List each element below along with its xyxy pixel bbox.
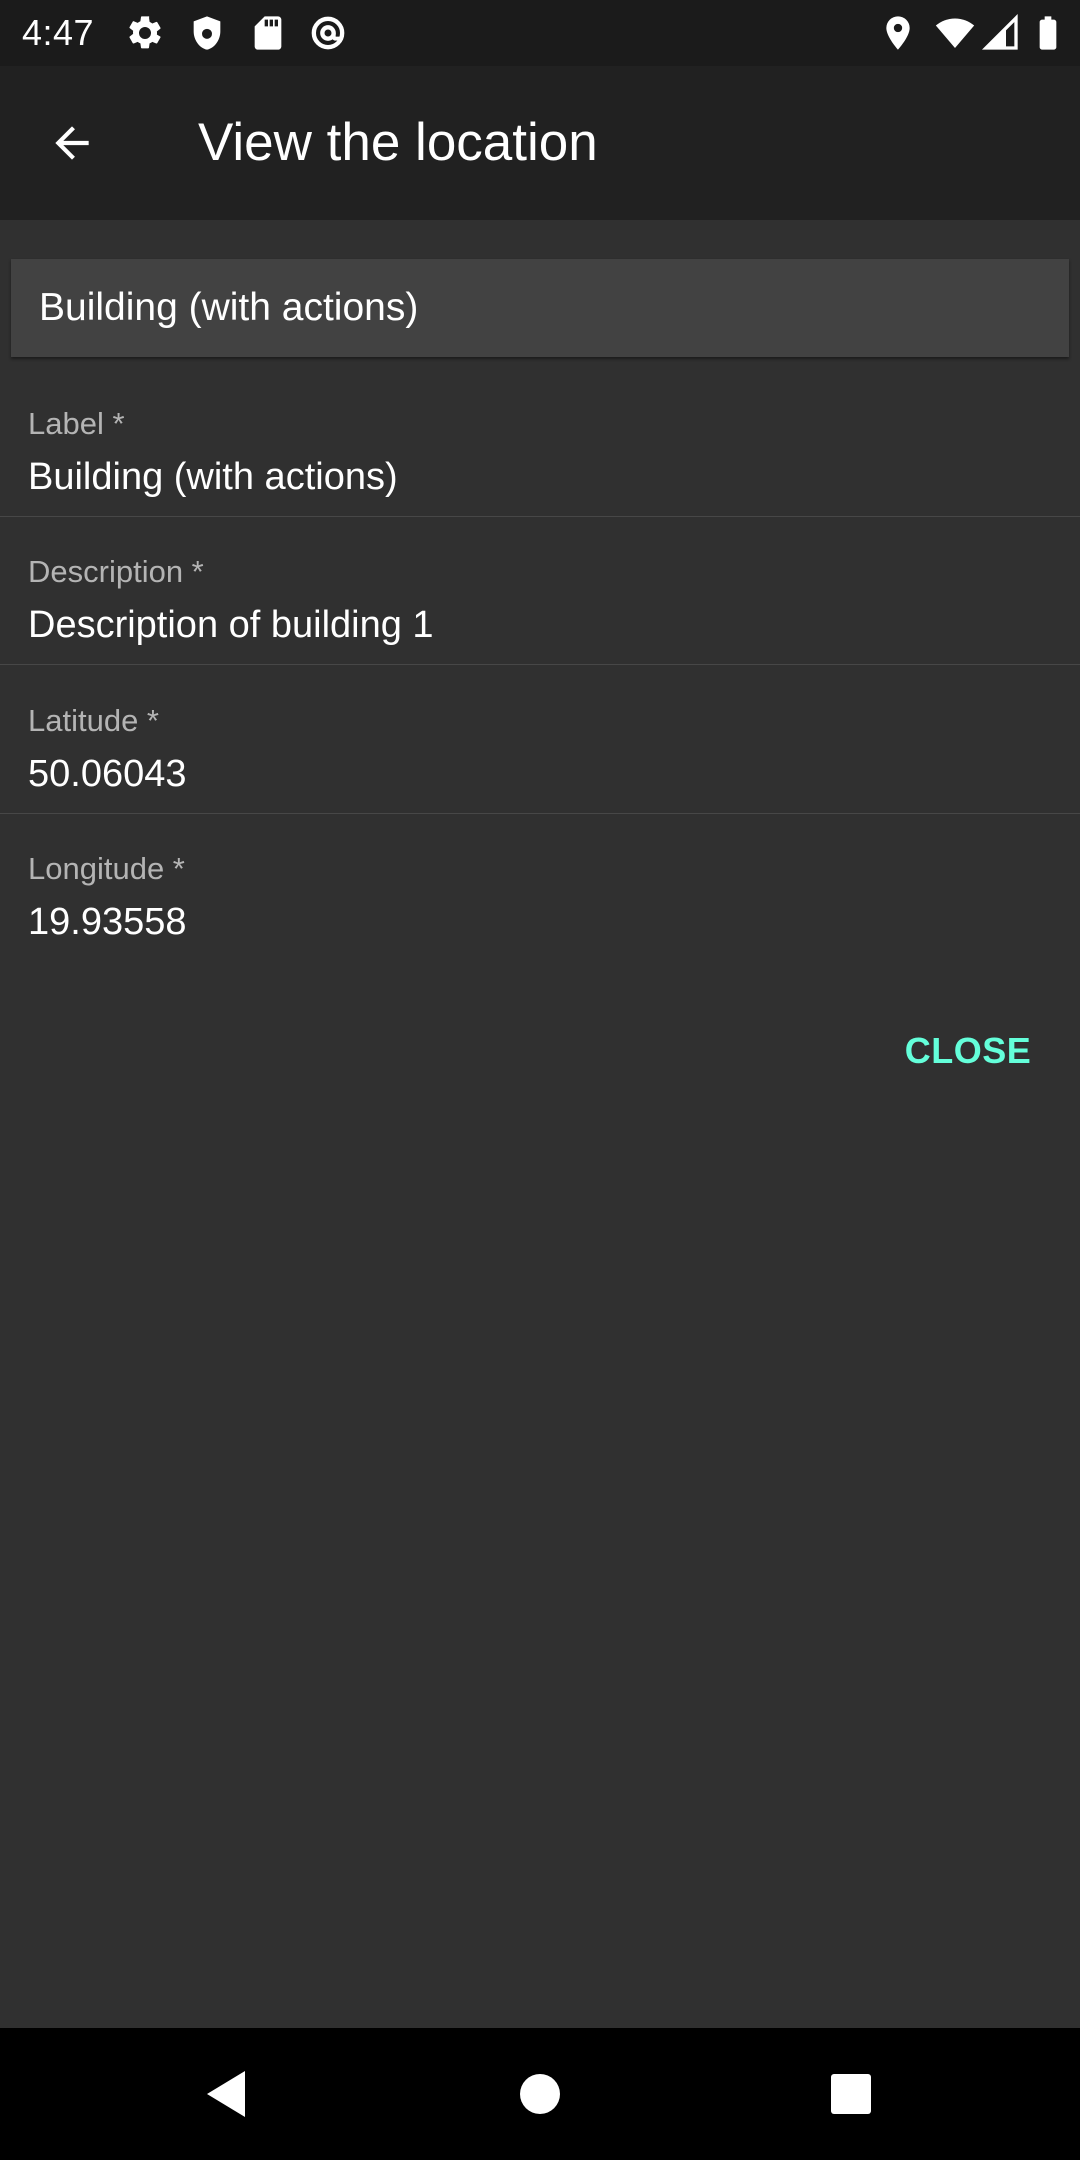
cellular-signal-icon: [981, 13, 1021, 53]
location-header-title: Building (with actions): [39, 286, 419, 329]
description-field-value: Description of building 1: [28, 604, 434, 646]
battery-icon: [1028, 13, 1068, 53]
label-field: Label * Building (with actions): [0, 369, 1080, 517]
back-button[interactable]: [32, 103, 112, 183]
description-field: Description * Description of building 1: [0, 517, 1080, 665]
shield-icon: [187, 13, 227, 53]
nav-back-icon: [203, 2069, 249, 2119]
nav-recents-icon: [829, 2072, 873, 2116]
app-bar: View the location: [0, 66, 1080, 220]
at-sign-icon: [308, 13, 348, 53]
latitude-field: Latitude * 50.06043: [0, 666, 1080, 814]
wifi-icon: [935, 13, 975, 53]
sd-card-icon: [248, 13, 288, 53]
longitude-field-value: 19.93558: [28, 901, 187, 943]
nav-back-button[interactable]: [186, 2054, 266, 2134]
close-button[interactable]: CLOSE: [890, 1020, 1046, 1082]
system-nav-bar: [0, 2028, 1080, 2160]
description-field-label: Description *: [28, 554, 204, 589]
location-pin-icon: [878, 13, 918, 53]
longitude-field: Longitude * 19.93558: [0, 814, 1080, 962]
nav-home-icon: [518, 2072, 562, 2116]
label-field-label: Label *: [28, 406, 125, 441]
latitude-field-value: 50.06043: [28, 753, 187, 795]
latitude-field-label: Latitude *: [28, 703, 159, 738]
settings-icon: [125, 13, 165, 53]
longitude-field-label: Longitude *: [28, 851, 185, 886]
label-field-value: Building (with actions): [28, 456, 398, 498]
nav-home-button[interactable]: [500, 2054, 580, 2134]
status-time: 4:47: [22, 12, 95, 53]
arrow-left-icon: [47, 118, 97, 168]
location-header-card: Building (with actions): [11, 259, 1069, 357]
nav-recents-button[interactable]: [811, 2054, 891, 2134]
page-title: View the location: [198, 113, 598, 172]
status-bar: 4:47: [0, 0, 1080, 66]
